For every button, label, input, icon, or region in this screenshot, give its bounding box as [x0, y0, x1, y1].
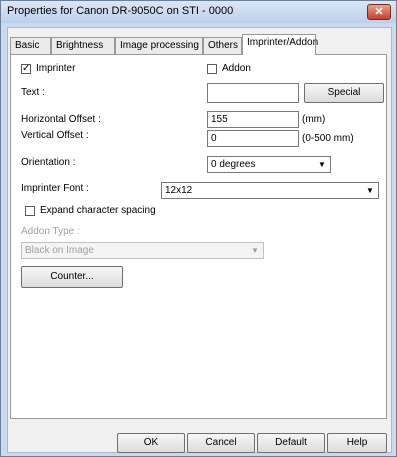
imprinter-checkbox[interactable]: ✓ [21, 64, 31, 74]
imprinter-text-input[interactable] [207, 83, 299, 103]
properties-dialog: Properties for Canon DR-9050C on STI - 0… [0, 0, 397, 457]
cancel-button[interactable]: Cancel [187, 433, 255, 453]
chevron-down-icon: ▼ [251, 246, 259, 255]
orientation-label: Orientation : [21, 157, 76, 168]
tab-brightness[interactable]: Brightness [51, 37, 115, 54]
vertical-offset-unit: (0-500 mm) [302, 133, 354, 144]
dialog-client-area: Basic Brightness Image processing Others… [7, 27, 392, 453]
horizontal-offset-label: Horizontal Offset : [21, 114, 101, 125]
special-button[interactable]: Special [304, 83, 384, 103]
expand-spacing-checkbox[interactable] [25, 206, 35, 216]
counter-button[interactable]: Counter... [21, 266, 123, 288]
chevron-down-icon[interactable]: ▼ [363, 184, 377, 197]
chevron-down-icon[interactable]: ▼ [315, 158, 329, 171]
text-label: Text : [21, 87, 45, 98]
orientation-select[interactable]: 0 degrees ▼ [207, 156, 331, 173]
tab-others[interactable]: Others [203, 37, 242, 54]
tab-image-processing[interactable]: Image processing [115, 37, 203, 54]
tab-basic[interactable]: Basic [10, 37, 51, 54]
imprinter-font-label: Imprinter Font : [21, 183, 89, 194]
addon-type-label: Addon Type : [21, 226, 80, 237]
orientation-value: 0 degrees [211, 159, 256, 170]
horizontal-offset-unit: (mm) [302, 114, 326, 125]
addon-label: Addon [222, 63, 251, 74]
vertical-offset-input[interactable]: 0 [207, 130, 299, 147]
expand-spacing-label: Expand character spacing [40, 205, 156, 216]
window-title: Properties for Canon DR-9050C on STI - 0… [7, 5, 234, 17]
title-bar[interactable]: Properties for Canon DR-9050C on STI - 0… [1, 1, 396, 23]
ok-button[interactable]: OK [117, 433, 185, 453]
default-button[interactable]: Default [257, 433, 325, 453]
close-button[interactable]: ✕ [367, 4, 391, 20]
imprinter-label: Imprinter [36, 63, 76, 74]
checkmark-icon: ✓ [22, 63, 31, 74]
tab-imprinter-addon[interactable]: Imprinter/Addon [242, 34, 318, 55]
addon-type-select[interactable]: Black on Image ▼ [21, 242, 264, 259]
vertical-offset-label: Vertical Offset : [21, 130, 89, 141]
imprinter-font-select[interactable]: 12x12 ▼ [161, 182, 379, 199]
help-button[interactable]: Help [327, 433, 387, 453]
addon-checkbox[interactable] [207, 64, 217, 74]
horizontal-offset-input[interactable]: 155 [207, 111, 299, 128]
imprinter-addon-panel: ✓ Imprinter Addon Text : Special Horizon… [10, 54, 387, 419]
addon-type-value: Black on Image [25, 245, 94, 256]
imprinter-font-value: 12x12 [165, 185, 193, 196]
